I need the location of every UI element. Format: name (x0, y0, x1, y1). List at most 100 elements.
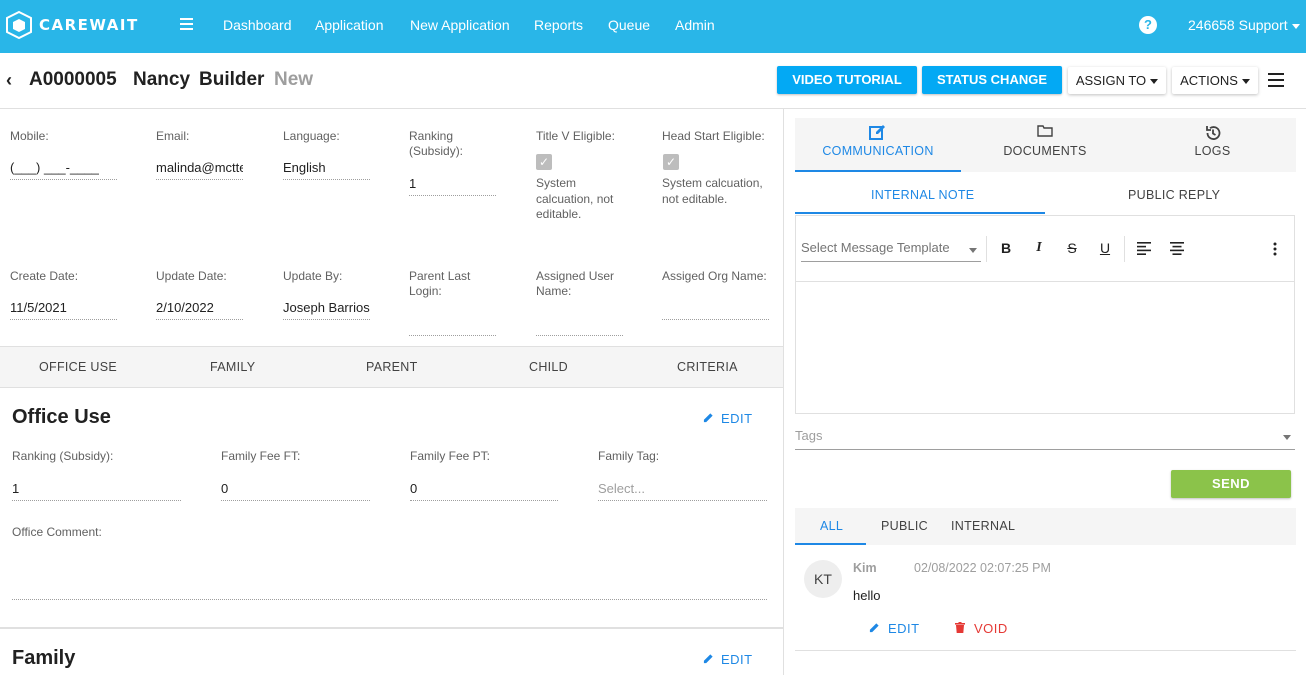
tab-logs[interactable]: LOGS (1129, 118, 1296, 172)
back-icon[interactable]: ‹ (6, 70, 12, 91)
italic-icon[interactable]: I (1030, 240, 1048, 256)
chevron-down-icon (1241, 79, 1250, 85)
nav-application[interactable]: Application (315, 17, 384, 33)
section-tabs: OFFICE USE FAMILY PARENT CHILD CRITERIA (0, 346, 783, 388)
folder-icon (962, 124, 1128, 144)
create-date-field[interactable]: 11/5/2021 (10, 298, 117, 320)
title-v-note-line3: editable. (536, 207, 582, 221)
office-use-edit-label: EDIT (721, 411, 753, 426)
underline-icon[interactable]: U (1096, 240, 1114, 256)
pencil-icon (703, 654, 713, 664)
family-fee-ft-label: Family Fee FT: (221, 449, 301, 463)
tab-family[interactable]: FAMILY (210, 360, 255, 374)
toolbar-separator (1124, 236, 1125, 262)
assigned-user-field[interactable] (536, 314, 623, 336)
tab-communication-label: COMMUNICATION (822, 144, 934, 158)
toolbar-separator (986, 236, 987, 262)
nav-menu-icon[interactable] (180, 18, 193, 33)
message-author: Kim (853, 561, 877, 575)
nav-queue[interactable]: Queue (608, 17, 650, 33)
message-template-select[interactable]: Select Message Template (801, 240, 981, 262)
tags-select[interactable]: Tags (795, 428, 1295, 450)
title-v-note-line1: System (536, 176, 577, 190)
tab-parent[interactable]: PARENT (366, 360, 418, 374)
parent-last-login-field[interactable] (409, 314, 496, 336)
ranking-field[interactable]: 1 (409, 174, 496, 196)
more-vertical-icon[interactable] (1266, 242, 1284, 259)
avatar: KT (804, 560, 842, 598)
office-use-edit-button[interactable]: EDIT (703, 411, 753, 426)
ranking-label-line1: Ranking (409, 129, 454, 143)
tab-communication[interactable]: COMMUNICATION (795, 118, 961, 172)
family-fee-ft-field[interactable]: 0 (221, 479, 370, 501)
trash-icon (955, 622, 965, 633)
message-filter-tabs: ALL PUBLIC INTERNAL (795, 508, 1296, 545)
assign-to-button[interactable]: ASSIGN TO (1068, 67, 1166, 94)
mobile-field[interactable]: (___) ___-____ (10, 158, 117, 180)
language-field[interactable]: English (283, 158, 370, 180)
language-label: Language: (283, 129, 340, 143)
panel-divider (783, 108, 784, 675)
record-status: New (274, 69, 314, 90)
filter-internal[interactable]: INTERNAL (951, 519, 1015, 533)
help-icon[interactable]: ? (1139, 16, 1157, 34)
assigned-user-label-line2: Name: (536, 284, 572, 298)
right-panel-tabs: COMMUNICATION DOCUMENTS LOGS (795, 118, 1296, 172)
create-date-label: Create Date: (10, 269, 79, 283)
send-button[interactable]: SEND (1171, 470, 1291, 498)
pencil-icon (703, 413, 713, 423)
actions-label: ACTIONS (1180, 73, 1238, 88)
office-ranking-label: Ranking (Subsidy): (12, 449, 114, 463)
filter-all[interactable]: ALL (820, 519, 843, 533)
tab-office-use[interactable]: OFFICE USE (39, 360, 117, 374)
strikethrough-icon[interactable]: S (1063, 240, 1081, 256)
tab-child[interactable]: CHILD (529, 360, 568, 374)
message-template-placeholder: Select Message Template (801, 240, 950, 255)
bold-icon[interactable]: B (997, 240, 1015, 256)
tab-logs-label: LOGS (1194, 144, 1231, 158)
logo-cube-icon (6, 10, 32, 40)
filter-public[interactable]: PUBLIC (881, 519, 928, 533)
active-tab-indicator (795, 170, 961, 172)
message-edit-button[interactable]: EDIT (869, 621, 920, 636)
tab-public-reply[interactable]: PUBLIC REPLY (1128, 188, 1220, 202)
family-edit-button[interactable]: EDIT (703, 652, 753, 667)
office-ranking-field[interactable]: 1 (12, 479, 181, 501)
record-id: A0000005 (29, 69, 117, 90)
update-by-label: Update By: (283, 269, 343, 283)
update-by-field[interactable]: Joseph Barrios (283, 298, 370, 320)
record-last-name: Builder (199, 69, 265, 90)
video-tutorial-button[interactable]: VIDEO TUTORIAL (777, 66, 917, 94)
align-left-icon[interactable] (1135, 242, 1153, 258)
family-title: Family (12, 647, 76, 669)
message-void-label: VOID (974, 621, 1008, 636)
user-menu[interactable]: 246658 Support (1188, 17, 1300, 33)
nav-reports[interactable]: Reports (534, 17, 583, 33)
chevron-down-icon (1150, 79, 1159, 85)
email-field[interactable]: malinda@mctte (156, 158, 243, 180)
family-fee-pt-field[interactable]: 0 (410, 479, 558, 501)
update-date-label: Update Date: (156, 269, 227, 283)
chevron-down-icon (1291, 23, 1300, 29)
assigned-user-label-line1: Assigned User (536, 269, 615, 283)
assigned-org-label: Assiged Org Name: (662, 269, 767, 283)
head-start-label: Head Start Eligible: (662, 129, 765, 143)
tab-documents-label: DOCUMENTS (1003, 144, 1087, 158)
status-change-button[interactable]: STATUS CHANGE (922, 66, 1062, 94)
nav-dashboard[interactable]: Dashboard (223, 17, 292, 33)
actions-button[interactable]: ACTIONS (1172, 67, 1258, 94)
nav-admin[interactable]: Admin (675, 17, 715, 33)
family-tag-select[interactable]: Select... (598, 479, 767, 501)
tab-documents[interactable]: DOCUMENTS (962, 118, 1128, 172)
tab-criteria[interactable]: CRITERIA (677, 360, 738, 374)
carewait-logo[interactable]: CAREWAIT (5, 10, 139, 40)
message-void-button[interactable]: VOID (955, 621, 1008, 636)
align-center-icon[interactable] (1168, 242, 1186, 258)
office-comment-field[interactable] (12, 578, 767, 600)
nav-new-application[interactable]: New Application (410, 17, 510, 33)
more-menu-icon[interactable] (1268, 73, 1284, 91)
assigned-org-field[interactable] (662, 298, 769, 320)
top-navbar: CAREWAIT Dashboard Application New Appli… (0, 0, 1306, 53)
update-date-field[interactable]: 2/10/2022 (156, 298, 243, 320)
tab-internal-note[interactable]: INTERNAL NOTE (871, 188, 974, 202)
